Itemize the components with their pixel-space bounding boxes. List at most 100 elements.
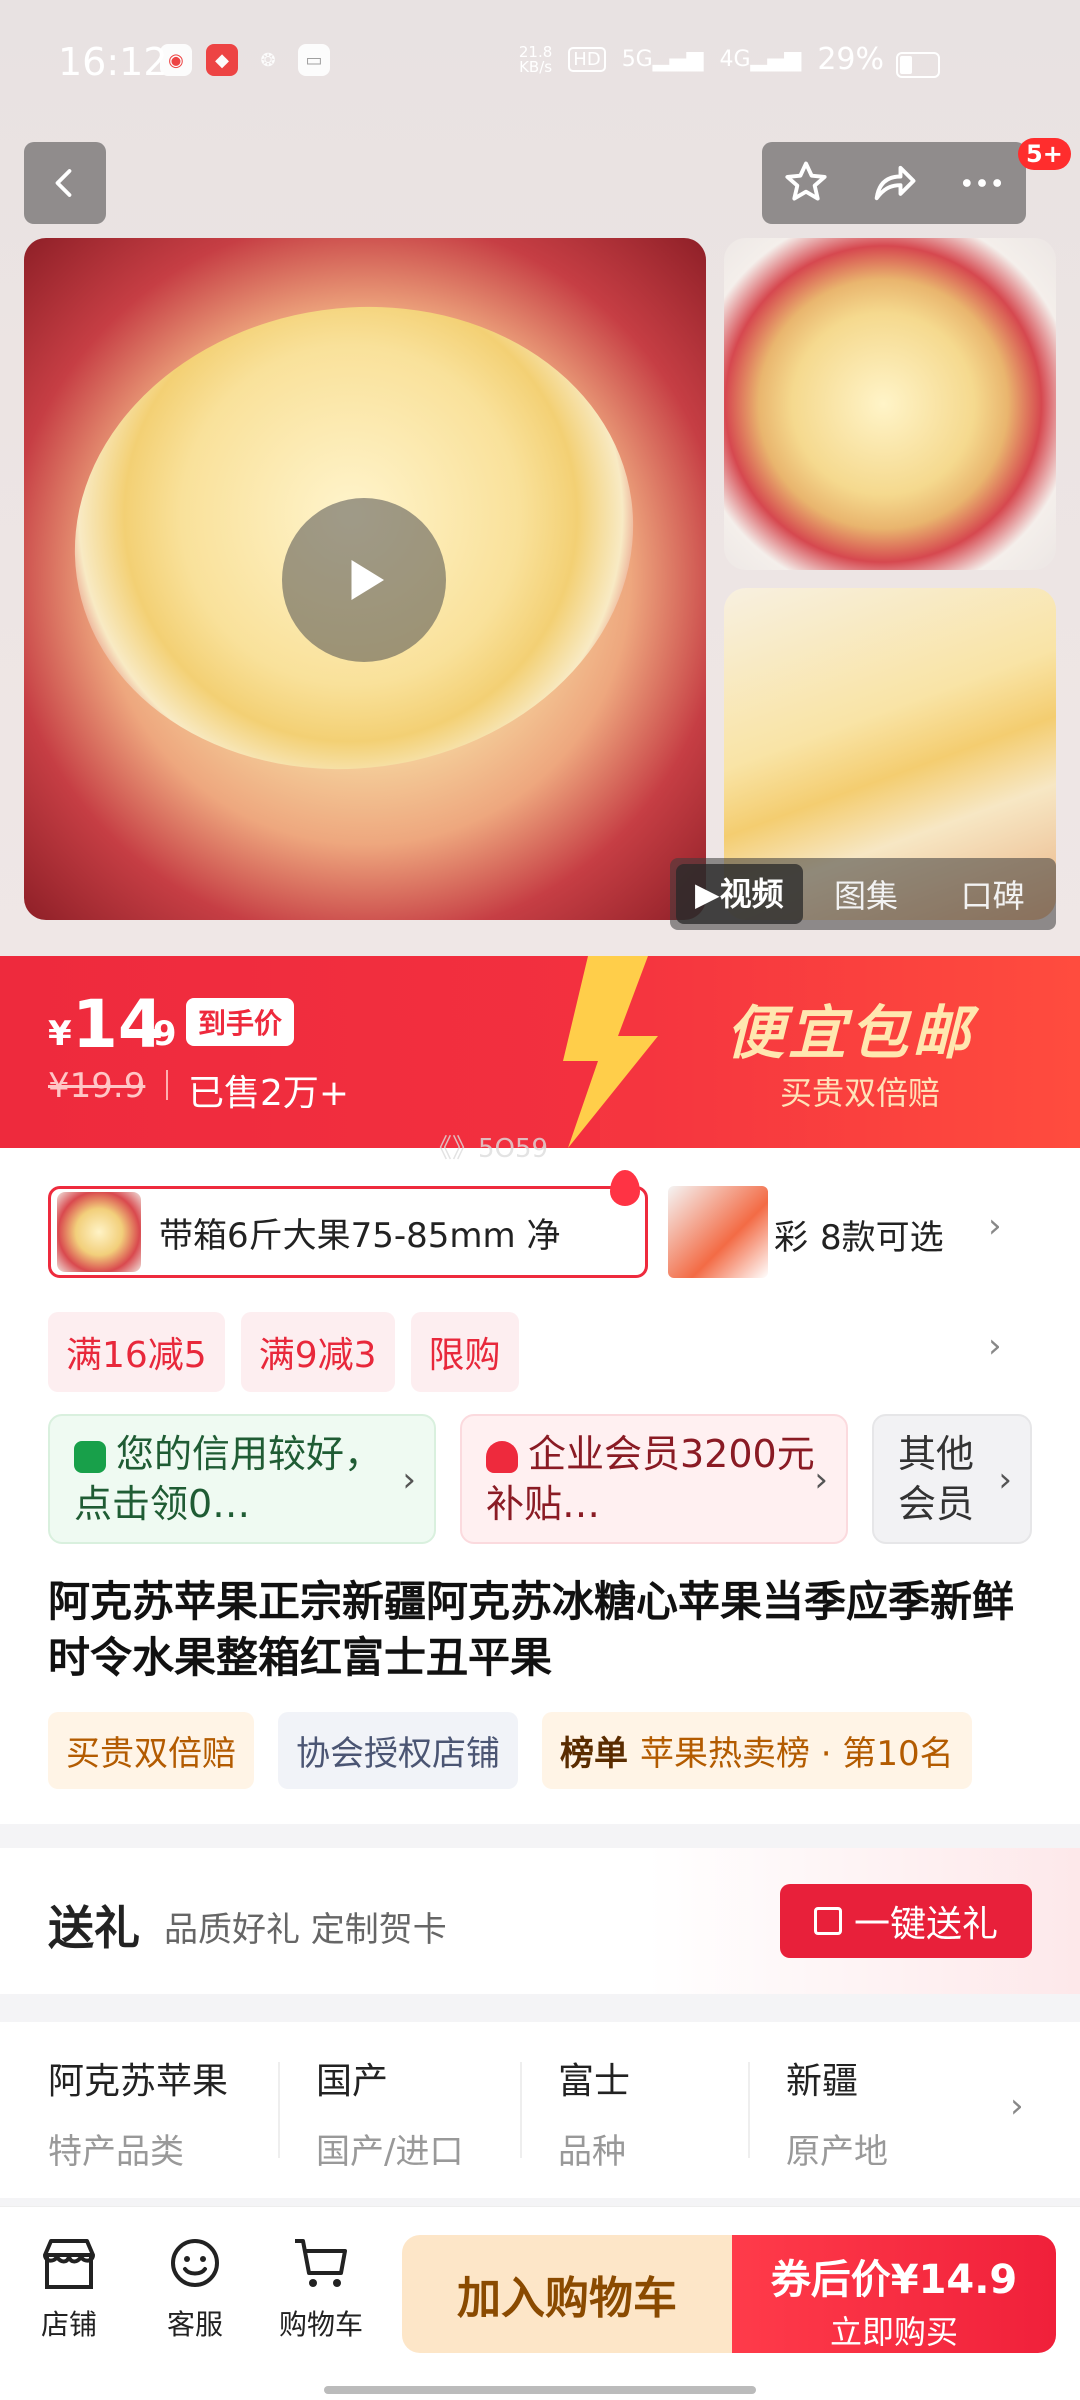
final-price-tag: 到手价 xyxy=(186,998,295,1046)
add-to-cart-button[interactable]: 加入购物车 xyxy=(402,2235,732,2353)
main-video-image[interactable] xyxy=(24,238,706,920)
sku-option-selected[interactable]: 带箱6斤大果75-85mm 净 xyxy=(48,1186,648,1278)
play-icon xyxy=(351,560,384,600)
promo-subtitle: 买贵双倍赔 xyxy=(780,1074,941,1112)
ranking-label: 榜单 xyxy=(560,1734,628,1774)
other-member-card[interactable]: 其他会员 › xyxy=(872,1414,1032,1544)
star-icon[interactable] xyxy=(780,157,832,209)
spec-value: 富士 xyxy=(558,2061,631,2102)
baidu-icon: ◉ xyxy=(160,44,192,76)
home-indicator xyxy=(324,2386,756,2394)
spec-chevron-icon[interactable]: › xyxy=(1010,2086,1024,2126)
sku-label: 带箱6斤大果75-85mm 净 xyxy=(159,1215,561,1256)
back-button[interactable] xyxy=(24,142,106,224)
send-gift-button[interactable]: 一键送礼 xyxy=(780,1884,1032,1958)
tab-video[interactable]: ▶视频 xyxy=(676,864,803,924)
message-badge: 5+ xyxy=(1018,138,1071,170)
status-bar: 16:12 ◉ ◆ ❂ ▭ 21.8 KB/s HD 5G▂▄▆ 4G▂▄▆ 29… xyxy=(0,30,1080,100)
gallery-thumbnail-1[interactable] xyxy=(724,238,1056,570)
gift-section: 送礼 品质好礼 定制贺卡 一键送礼 xyxy=(0,1848,1080,1994)
sku-option-2[interactable] xyxy=(668,1186,768,1278)
ranking-text: 苹果热卖榜 · 第10名 xyxy=(640,1734,954,1774)
customer-service-button[interactable]: 客服 xyxy=(140,2235,250,2343)
leaf-icon: ❂ xyxy=(260,49,276,71)
spec-key: 品种 xyxy=(558,2132,626,2172)
status-time: 16:12 xyxy=(58,40,168,84)
share-icon[interactable] xyxy=(868,157,920,209)
tab-reviews[interactable]: 口碑 xyxy=(929,871,1056,917)
spec-key: 特产品类 xyxy=(48,2132,184,2172)
product-tags: 买贵双倍赔 协会授权店铺 榜单 苹果热卖榜 · 第10名 xyxy=(48,1712,972,1789)
coupon-item[interactable]: 限购 xyxy=(410,1312,519,1392)
enterprise-member-card[interactable]: 企业会员3200元补贴… › xyxy=(460,1414,848,1544)
sku-count[interactable]: 8款可选 xyxy=(820,1210,944,1259)
scroll-ticker: 《》5O59 xyxy=(426,1134,549,1164)
bottom-action-bar: 店铺 客服 购物车 加入购物车 券后价¥14.9 立即购买 xyxy=(0,2206,1080,2400)
buy-now-label: 立即购买 xyxy=(829,2313,958,2351)
notification-icons: ◉ ◆ ❂ ▭ xyxy=(160,44,330,76)
battery-icon xyxy=(896,52,940,78)
signal-5g: 5G▂▄▆ xyxy=(621,47,704,72)
coupon-chevron-icon[interactable]: › xyxy=(988,1326,1002,1366)
spec-value: 国产 xyxy=(316,2061,389,2102)
coupon-item[interactable]: 满16减5 xyxy=(48,1312,225,1392)
chevron-right-icon: › xyxy=(402,1460,416,1500)
coupon-list: 满16减5 满9减3 限购 xyxy=(48,1312,519,1392)
enterprise-member-label: 企业会员3200元补贴… xyxy=(486,1432,815,1526)
coupon-item[interactable]: 满9减3 xyxy=(240,1312,395,1392)
credit-benefit-card[interactable]: 您的信用较好，点击领0… › xyxy=(48,1414,436,1544)
tag-ranking[interactable]: 榜单 苹果热卖榜 · 第10名 xyxy=(542,1712,972,1789)
sku-chevron-icon[interactable]: › xyxy=(988,1206,1002,1246)
spec-item: 阿克苏苹果 特产品类 xyxy=(48,2052,228,2173)
credit-benefit-text: 您的信用较好，点击领0… xyxy=(74,1429,410,1529)
tag-price-guarantee[interactable]: 买贵双倍赔 xyxy=(48,1712,254,1789)
service-icon xyxy=(171,2239,219,2287)
tab-gallery[interactable]: 图集 xyxy=(803,871,930,917)
battery-percent: 29% xyxy=(817,42,884,77)
shop-icon xyxy=(43,2239,95,2289)
signal-4g: 4G▂▄▆ xyxy=(719,47,802,72)
spec-item: 新疆 原产地 xyxy=(786,2052,888,2173)
tag-authorized-store[interactable]: 协会授权店铺 xyxy=(278,1712,518,1789)
cart-icon xyxy=(295,2239,347,2287)
shop-button[interactable]: 店铺 xyxy=(14,2235,124,2343)
product-specs[interactable]: 阿克苏苹果 特产品类 国产 国产/进口 富士 品种 新疆 原产地 › xyxy=(0,2022,1080,2198)
sku-thumbnail xyxy=(57,1192,141,1272)
other-member-label: 其他会员 xyxy=(898,1432,975,1526)
price-divider xyxy=(166,1070,168,1100)
play-button[interactable] xyxy=(282,498,446,662)
user-icon xyxy=(486,1440,518,1473)
shopping-bag-icon xyxy=(74,1440,106,1473)
price-banner: ¥ 14 .9 到手价 ¥19.9 已售2万+ 便宜包邮 买贵双倍赔 xyxy=(0,956,1080,1148)
app-icon: ◆ xyxy=(206,44,238,76)
buy-now-button[interactable]: 券后价¥14.9 立即购买 xyxy=(732,2235,1056,2353)
cart-label: 购物车 xyxy=(278,2308,363,2341)
status-right: 21.8 KB/s HD 5G▂▄▆ 4G▂▄▆ 29% xyxy=(519,42,940,77)
hd-badge: HD xyxy=(568,47,606,72)
spec-value: 新疆 xyxy=(786,2061,859,2102)
sold-count: 已售2万+ xyxy=(188,1073,350,1114)
send-gift-label: 一键送礼 xyxy=(853,1904,998,1945)
sku-option-2-label: 彩 xyxy=(774,1218,808,1258)
promo-title: 便宜包邮 xyxy=(726,999,975,1067)
spec-divider xyxy=(520,2062,522,2158)
service-label: 客服 xyxy=(166,2308,223,2341)
back-icon xyxy=(55,169,72,197)
product-title: 阿克苏苹果正宗新疆阿克苏冰糖心苹果当季应季新鲜时令水果整箱红富士丑平果 xyxy=(48,1577,1015,1682)
spec-key: 原产地 xyxy=(786,2132,888,2172)
more-icon[interactable] xyxy=(956,157,1008,209)
spec-key: 国产/进口 xyxy=(316,2132,464,2172)
gift-title: 送礼 xyxy=(48,1901,140,1955)
net-speed: 21.8 KB/s xyxy=(518,42,553,76)
gift-icon xyxy=(813,1907,842,1935)
shop-label: 店铺 xyxy=(40,2308,97,2341)
original-price: ¥19.9 xyxy=(48,1066,146,1106)
enterprise-member-text: 企业会员3200元补贴… xyxy=(486,1429,822,1529)
lightning-icon xyxy=(563,956,658,1148)
credit-benefit-label: 您的信用较好，点击领0… xyxy=(74,1432,383,1526)
cart-button[interactable]: 购物车 xyxy=(266,2235,376,2343)
spec-divider xyxy=(748,2062,750,2158)
spec-item: 富士 品种 xyxy=(558,2052,630,2173)
spec-divider xyxy=(278,2062,280,2158)
gift-subtitle: 品质好礼 定制贺卡 xyxy=(164,1910,447,1950)
